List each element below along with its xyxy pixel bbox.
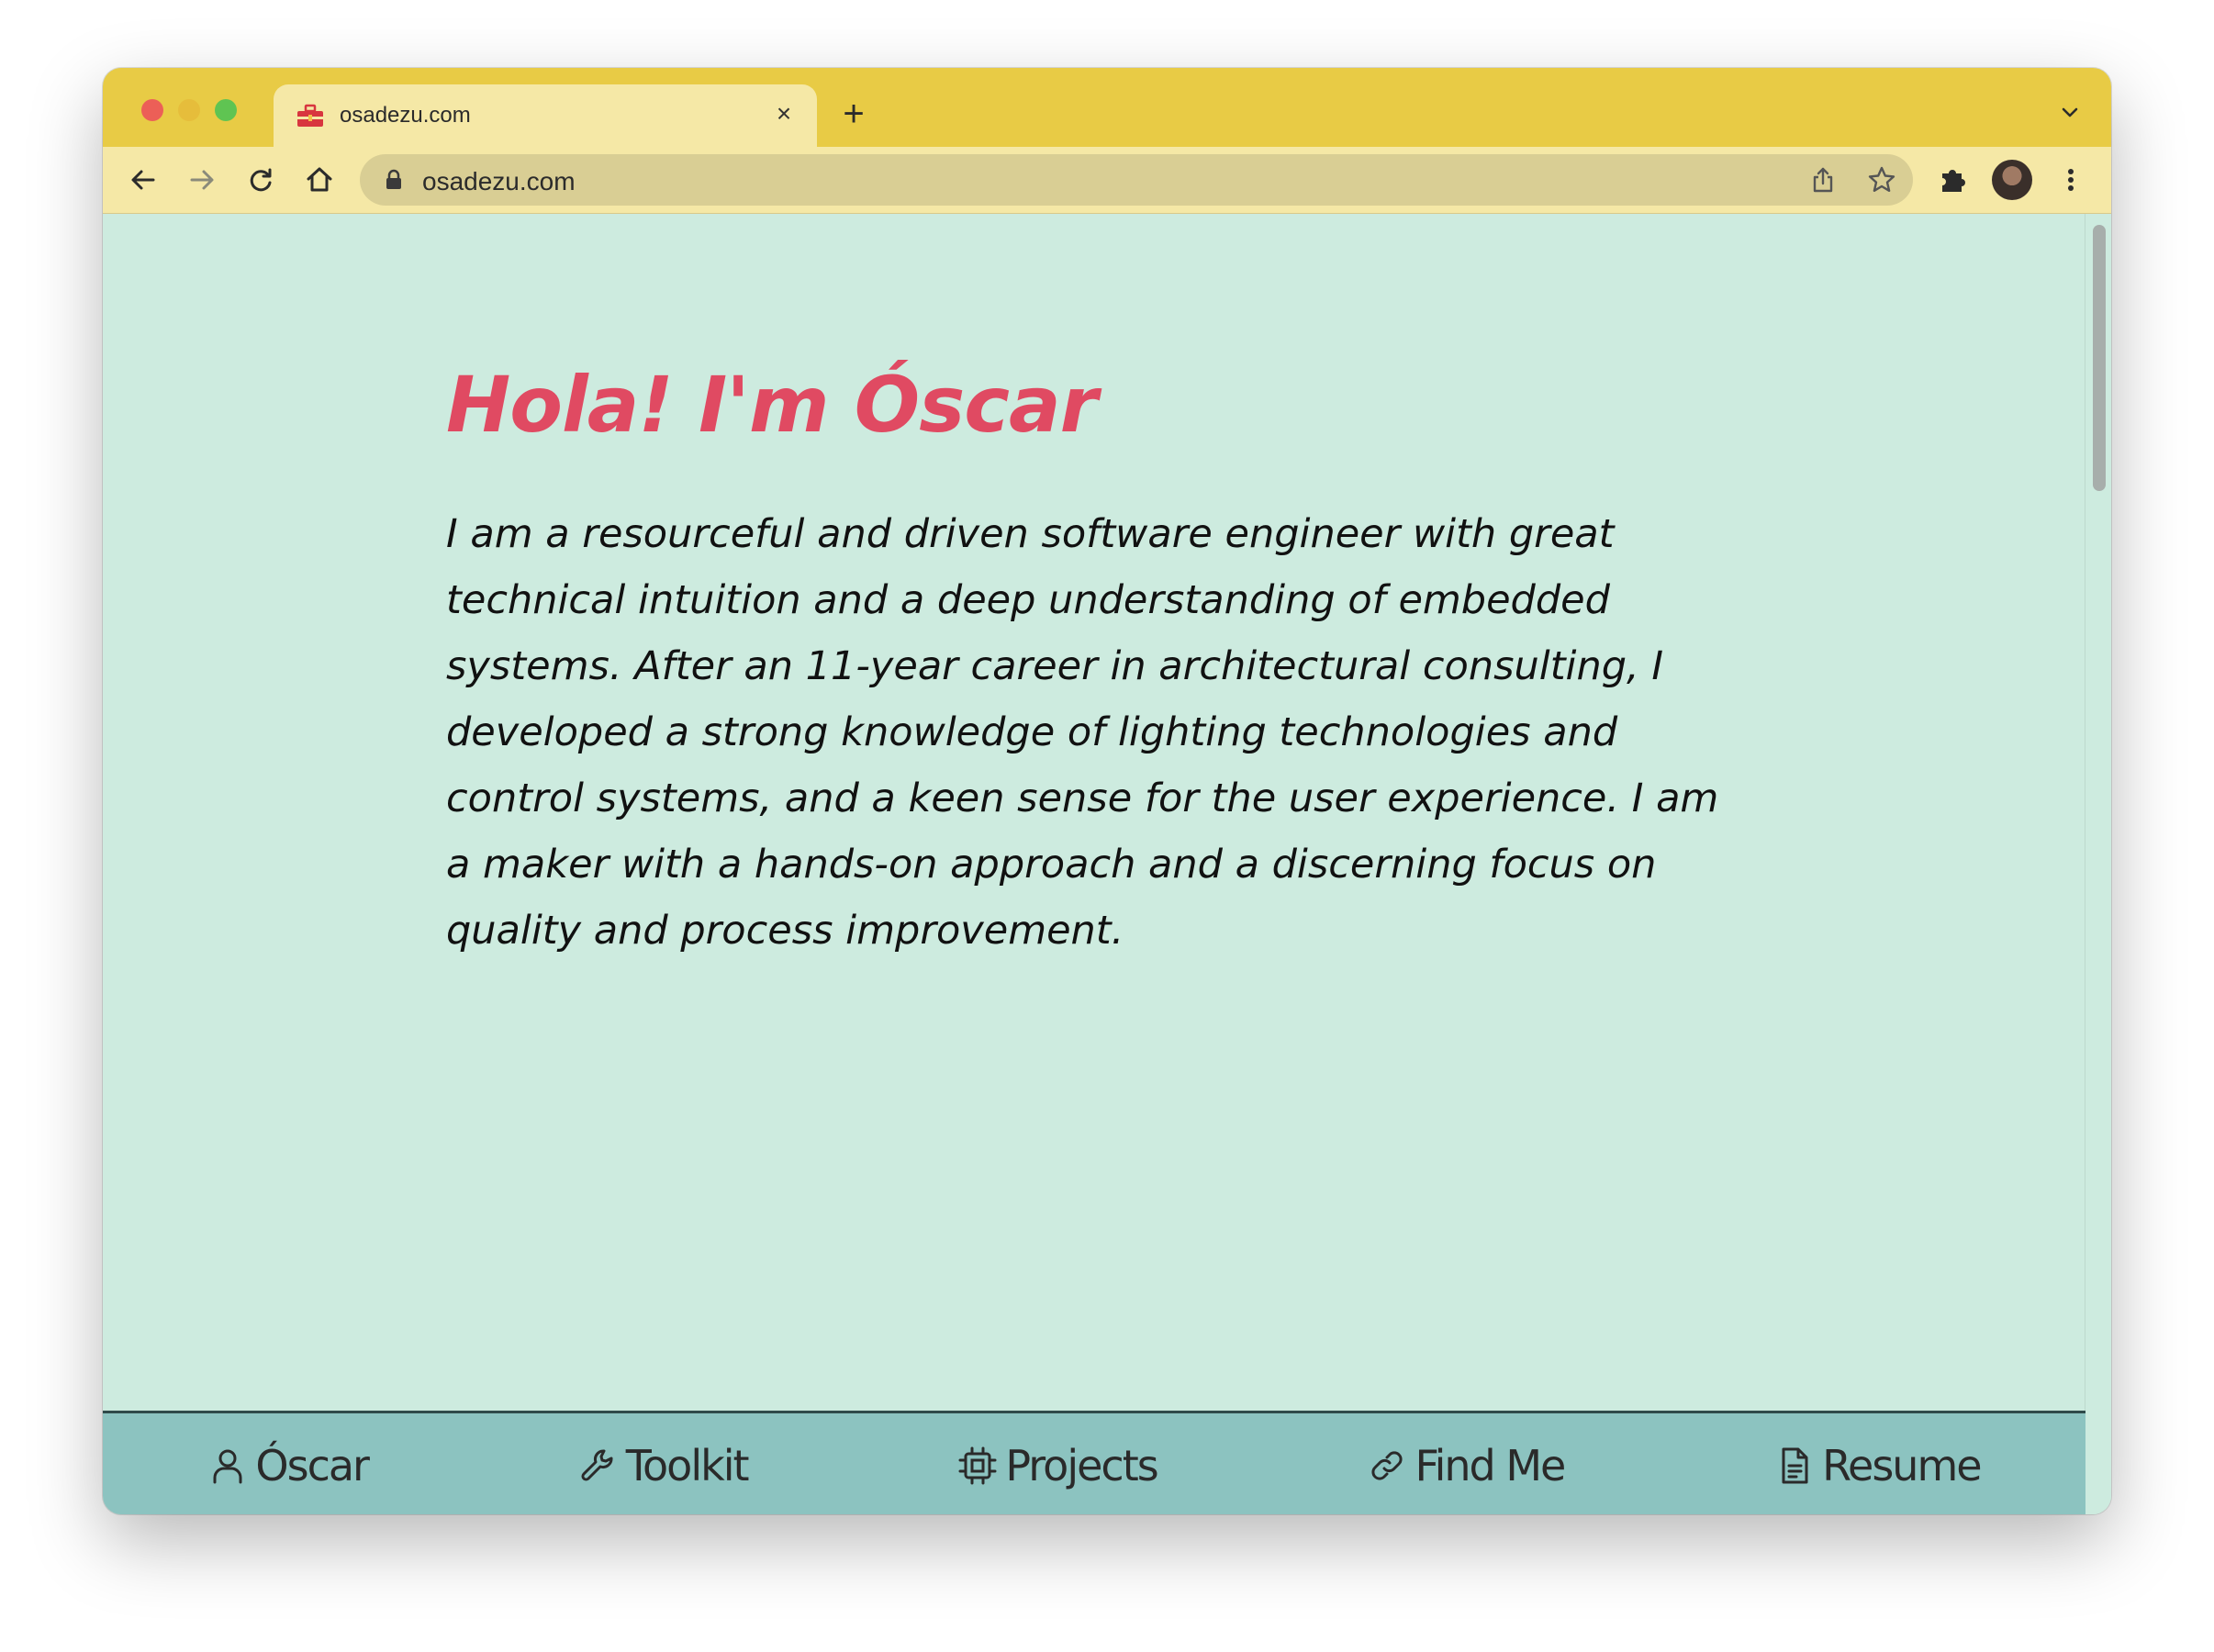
- nav-item-find-me[interactable]: Find Me: [1367, 1440, 1566, 1490]
- browser-window: osadezu.com × + osadezu.com Hola! I'm Ós…: [103, 68, 2111, 1514]
- nav-item-oscar[interactable]: Óscar: [207, 1440, 370, 1490]
- puzzle-piece-icon: [1942, 170, 1965, 192]
- close-window-button[interactable]: [141, 99, 163, 121]
- reload-button[interactable]: [242, 162, 279, 198]
- page-title: Hola! I'm Óscar: [446, 360, 1098, 450]
- tab-close-button[interactable]: ×: [767, 97, 800, 130]
- nav-label: Find Me: [1414, 1440, 1566, 1490]
- home-button[interactable]: [301, 162, 338, 198]
- arrow-left-icon: [131, 170, 155, 190]
- chip-icon: [958, 1446, 997, 1484]
- home-icon: [307, 167, 332, 192]
- scrollbar-thumb[interactable]: [2093, 225, 2106, 491]
- more-vertical-icon: [2068, 169, 2074, 191]
- bottom-navigation: Óscar Toolkit Projects Find Me Resume: [103, 1411, 2085, 1514]
- user-icon: [213, 1449, 242, 1483]
- url-text[interactable]: osadezu.com: [422, 167, 576, 196]
- share-icon[interactable]: [1808, 165, 1838, 195]
- tab-title: osadezu.com: [340, 103, 471, 128]
- chevron-down-icon[interactable]: [2056, 99, 2084, 127]
- minimize-window-button[interactable]: [178, 99, 200, 121]
- toolbox-icon: [297, 104, 323, 127]
- address-bar[interactable]: osadezu.com: [360, 154, 1913, 206]
- maximize-window-button[interactable]: [215, 99, 237, 121]
- nav-label: Projects: [1005, 1440, 1158, 1490]
- nav-item-toolkit[interactable]: Toolkit: [578, 1440, 750, 1490]
- wrench-icon: [581, 1449, 613, 1481]
- bio-paragraph: I am a resourceful and driven software e…: [446, 511, 1719, 954]
- bookmark-star-icon[interactable]: [1867, 165, 1896, 195]
- browser-menu-button[interactable]: [2052, 162, 2089, 198]
- browser-tab[interactable]: osadezu.com ×: [274, 84, 817, 147]
- nav-item-resume[interactable]: Resume: [1774, 1440, 1983, 1490]
- page-content: Hola! I'm Óscar I am a resourceful and d…: [103, 214, 2085, 1411]
- back-button[interactable]: [125, 162, 162, 198]
- nav-label: Resume: [1822, 1440, 1982, 1490]
- arrow-right-icon: [190, 170, 214, 190]
- lock-icon[interactable]: [384, 169, 404, 191]
- new-tab-button[interactable]: +: [833, 94, 874, 134]
- vertical-scrollbar[interactable]: [2085, 214, 2111, 1514]
- tab-strip: osadezu.com × +: [103, 68, 2111, 147]
- link-icon: [1371, 1450, 1403, 1480]
- nav-label: Óscar: [255, 1440, 370, 1490]
- reload-icon: [250, 168, 272, 192]
- document-icon: [1782, 1447, 1808, 1483]
- forward-button[interactable]: [184, 162, 220, 198]
- nav-label: Toolkit: [625, 1440, 750, 1490]
- extensions-button[interactable]: [1935, 162, 1972, 198]
- profile-avatar[interactable]: [1992, 160, 2032, 200]
- nav-item-projects[interactable]: Projects: [957, 1440, 1159, 1490]
- browser-toolbar: osadezu.com: [103, 147, 2111, 214]
